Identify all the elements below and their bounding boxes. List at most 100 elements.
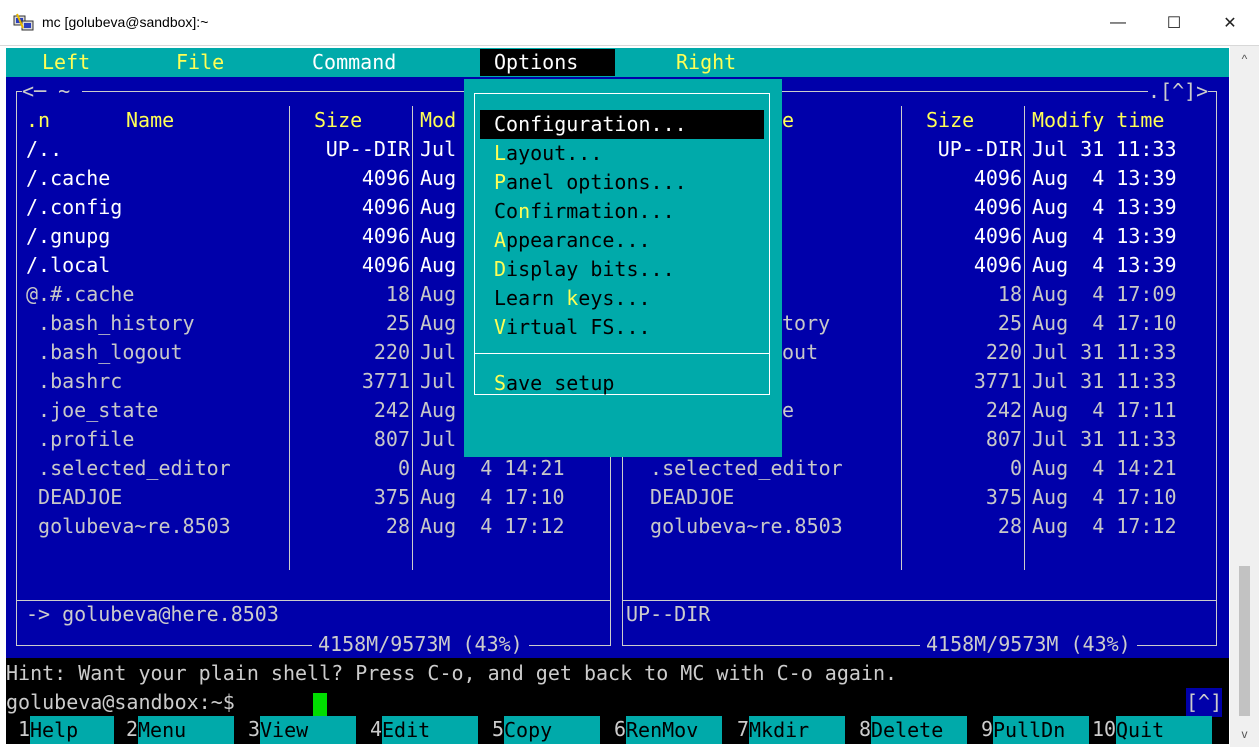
right-row-date[interactable]: Aug 4 17:10 [1032, 309, 1177, 338]
menu-right[interactable]: Right [676, 48, 736, 77]
left-row-size[interactable]: 4096 [282, 251, 410, 280]
left-row-name[interactable]: golubeva~re.8503 [26, 512, 231, 541]
right-row-size[interactable]: 4096 [894, 222, 1022, 251]
window-scrollbar[interactable]: ^ v [1230, 46, 1259, 747]
left-row-date[interactable]: Aug 4 17:12 [420, 512, 565, 541]
right-col-size[interactable]: Size [926, 106, 974, 135]
left-row-size[interactable]: UP--DIR [282, 135, 410, 164]
left-row-name[interactable]: /.local [26, 251, 110, 280]
menu-item-save-setup[interactable]: Save setup [480, 369, 764, 398]
left-row-date[interactable]: Aug 4 17:10 [420, 483, 565, 512]
right-row-size[interactable]: 220 [894, 338, 1022, 367]
right-panel-corner[interactable]: .[^]> [1148, 77, 1209, 106]
left-row-date[interactable]: Aug 4 14:21 [420, 454, 565, 483]
left-row-size[interactable]: 28 [282, 512, 410, 541]
right-row-name[interactable]: DEADJOE [638, 483, 734, 512]
minimize-button[interactable]: — [1090, 0, 1146, 46]
right-row-date[interactable]: Aug 4 14:21 [1032, 454, 1177, 483]
right-row-date[interactable]: Aug 4 17:09 [1032, 280, 1177, 309]
left-panel-path[interactable]: <─ ~ [22, 77, 83, 106]
right-row-date[interactable]: Jul 31 11:33 [1032, 135, 1177, 164]
terminal-area[interactable]: Left File Command Options Right <─ ~ .[^… [6, 48, 1229, 744]
left-row-name[interactable]: .joe_state [26, 396, 158, 425]
left-sort-indicator[interactable]: .n [26, 106, 50, 135]
left-row-name[interactable]: /.. [26, 135, 62, 164]
right-row-size[interactable]: 807 [894, 425, 1022, 454]
menu-options[interactable]: Options [494, 48, 578, 77]
right-row-size[interactable]: 242 [894, 396, 1022, 425]
right-row-size[interactable]: 4096 [894, 251, 1022, 280]
right-partial-bash-history[interactable]: tory [782, 309, 830, 338]
left-row-size[interactable]: 807 [282, 425, 410, 454]
left-row-size[interactable]: 3771 [282, 367, 410, 396]
right-row-date[interactable]: Jul 31 11:33 [1032, 367, 1177, 396]
right-row-size[interactable]: 28 [894, 512, 1022, 541]
right-col-name[interactable]: e [782, 106, 794, 135]
left-row-name[interactable]: DEADJOE [26, 483, 122, 512]
menu-item-layout[interactable]: Layout... [480, 139, 764, 168]
left-row-name[interactable]: .selected_editor [26, 454, 231, 483]
left-row-size[interactable]: 4096 [282, 193, 410, 222]
right-row-name[interactable]: .selected_editor [638, 454, 843, 483]
left-row-name[interactable]: /.cache [26, 164, 110, 193]
right-row-date[interactable]: Aug 4 13:39 [1032, 222, 1177, 251]
menu-item-panel-options[interactable]: Panel options... [480, 168, 764, 197]
menu-command[interactable]: Command [312, 48, 396, 77]
menu-item-confirmation[interactable]: Confirmation... [480, 197, 764, 226]
left-row-name[interactable]: .profile [26, 425, 134, 454]
left-row-size[interactable]: 4096 [282, 222, 410, 251]
scroll-down-arrow-icon[interactable]: v [1230, 721, 1259, 747]
maximize-button[interactable]: ☐ [1146, 0, 1202, 46]
left-row-name[interactable]: /.config [26, 193, 122, 222]
right-row-size[interactable]: 4096 [894, 164, 1022, 193]
left-row-size[interactable]: 375 [282, 483, 410, 512]
menu-item-virtual-fs[interactable]: Virtual FS... [480, 313, 764, 342]
corner-indicator[interactable]: [^] [1186, 688, 1223, 717]
menu-item-hotkey: L [494, 141, 507, 165]
left-row-size[interactable]: 220 [282, 338, 410, 367]
menu-left[interactable]: Left [42, 48, 90, 77]
shell-prompt[interactable]: golubeva@sandbox:~$ [6, 688, 247, 717]
left-row-name[interactable]: @.#.cache [26, 280, 134, 309]
right-row-size[interactable]: 3771 [894, 367, 1022, 396]
left-col-modify[interactable]: Mod [420, 106, 456, 135]
left-row-size[interactable]: 242 [282, 396, 410, 425]
right-row-size[interactable]: UP--DIR [894, 135, 1022, 164]
right-row-size[interactable]: 4096 [894, 193, 1022, 222]
menu-file[interactable]: File [176, 48, 224, 77]
window-titlebar: mc [golubeva@sandbox]:~ — ☐ ✕ [0, 0, 1259, 46]
right-row-date[interactable]: Aug 4 17:12 [1032, 512, 1177, 541]
left-row-name[interactable]: /.gnupg [26, 222, 110, 251]
left-col-size[interactable]: Size [314, 106, 362, 135]
right-row-size[interactable]: 25 [894, 309, 1022, 338]
right-row-size[interactable]: 0 [894, 454, 1022, 483]
left-row-size[interactable]: 18 [282, 280, 410, 309]
left-row-name[interactable]: .bash_logout [26, 338, 183, 367]
right-row-date[interactable]: Jul 31 11:33 [1032, 425, 1177, 454]
right-row-date[interactable]: Aug 4 13:39 [1032, 193, 1177, 222]
left-row-name[interactable]: .bashrc [26, 367, 122, 396]
right-col-modify[interactable]: Modify time [1032, 106, 1164, 135]
scrollbar-thumb[interactable] [1239, 566, 1250, 716]
left-row-name[interactable]: .bash_history [26, 309, 195, 338]
right-row-name[interactable]: golubeva~re.8503 [638, 512, 843, 541]
left-row-size[interactable]: 4096 [282, 164, 410, 193]
menu-item-appearance[interactable]: Appearance... [480, 226, 764, 255]
right-row-date[interactable]: Aug 4 17:11 [1032, 396, 1177, 425]
menu-item-learn-keys[interactable]: Learn keys... [480, 284, 764, 313]
right-partial-bash-logout[interactable]: out [782, 338, 818, 367]
right-row-date[interactable]: Aug 4 13:39 [1032, 251, 1177, 280]
right-row-date[interactable]: Aug 4 17:10 [1032, 483, 1177, 512]
right-row-date[interactable]: Aug 4 13:39 [1032, 164, 1177, 193]
left-row-size[interactable]: 0 [282, 454, 410, 483]
left-row-size[interactable]: 25 [282, 309, 410, 338]
close-button[interactable]: ✕ [1202, 0, 1258, 46]
scroll-up-arrow-icon[interactable]: ^ [1230, 46, 1259, 72]
menu-item-configuration[interactable]: Configuration... [480, 110, 764, 139]
right-row-size[interactable]: 18 [894, 280, 1022, 309]
right-partial-joe-state[interactable]: e [782, 396, 794, 425]
right-row-date[interactable]: Jul 31 11:33 [1032, 338, 1177, 367]
menu-item-display-bits[interactable]: Display bits... [480, 255, 764, 284]
right-row-size[interactable]: 375 [894, 483, 1022, 512]
left-col-name[interactable]: Name [126, 106, 174, 135]
